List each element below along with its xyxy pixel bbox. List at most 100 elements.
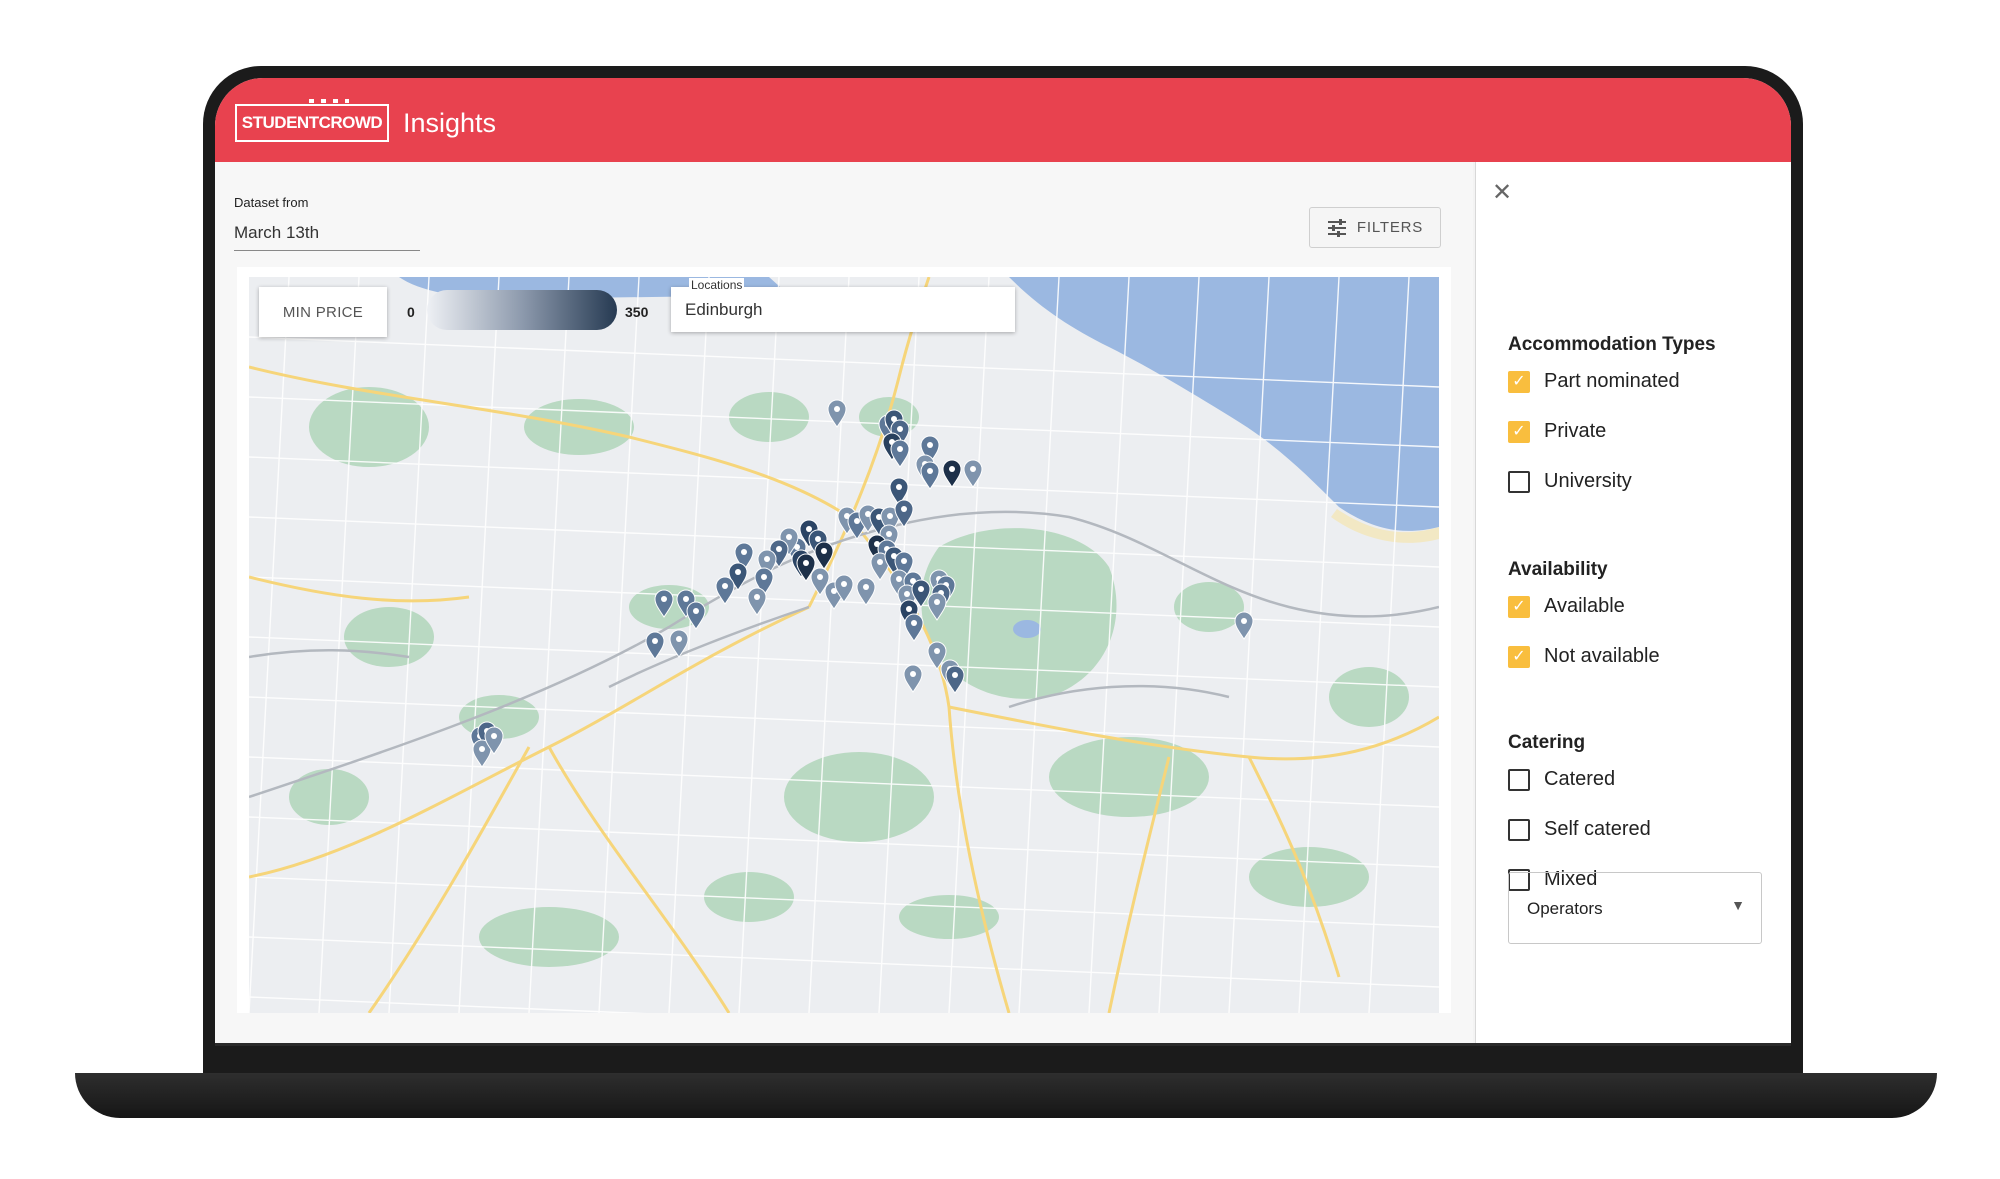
map-marker-icon[interactable]: [1234, 611, 1254, 640]
app-screen: STUDENTCROWD Insights Dataset from March…: [215, 78, 1791, 1046]
map-marker-dot: [934, 648, 940, 654]
map-marker-dot: [776, 546, 782, 552]
map-marker-dot: [897, 446, 903, 452]
map-marker-dot: [934, 599, 940, 605]
checkbox-checked-icon[interactable]: ✓: [1508, 645, 1530, 668]
screen-bottom-strip: [215, 1043, 1791, 1046]
map-marker-dot: [841, 581, 847, 587]
map-marker-icon[interactable]: [903, 664, 923, 693]
filter-option[interactable]: ✓ Available: [1508, 595, 1625, 618]
filter-option-label: Catered: [1544, 768, 1616, 790]
dataset-underline: [234, 250, 420, 251]
map-marker-dot: [911, 620, 917, 626]
map-marker-dot: [683, 596, 689, 602]
close-icon[interactable]: ✕: [1492, 178, 1512, 207]
map-marker-icon[interactable]: [827, 399, 847, 428]
tune-icon: [1327, 218, 1346, 237]
map-marker-dot: [910, 671, 916, 677]
filter-option[interactable]: ✓ Private: [1508, 420, 1606, 443]
map-view[interactable]: MIN PRICE 0 350 Locations Edinburgh: [249, 277, 1439, 1013]
map-marker-dot: [693, 608, 699, 614]
filter-option-label: Available: [1544, 595, 1625, 617]
operators-dropdown[interactable]: Operators ▼: [1508, 872, 1762, 944]
map-canvas[interactable]: [249, 277, 1439, 1013]
map-marker-dot: [764, 556, 770, 562]
locations-field[interactable]: Locations Edinburgh: [671, 278, 1015, 332]
map-marker-icon[interactable]: [747, 587, 767, 616]
map-marker-dot: [897, 426, 903, 432]
checkbox-checked-icon[interactable]: ✓: [1508, 595, 1530, 618]
map-marker-dot: [661, 596, 667, 602]
logo-dots: [309, 99, 349, 103]
map-marker-dot: [676, 636, 682, 642]
map-marker-dot: [896, 484, 902, 490]
map-marker-dot: [806, 526, 812, 532]
checkbox-checked-icon[interactable]: ✓: [1508, 420, 1530, 443]
locations-input[interactable]: Edinburgh: [685, 300, 763, 320]
filter-option[interactable]: ✓ Part nominated: [1508, 370, 1680, 393]
filter-option-label: Part nominated: [1544, 370, 1680, 392]
filter-option[interactable]: Catered: [1508, 768, 1615, 791]
map-marker-dot: [906, 606, 912, 612]
checkbox-unchecked-icon[interactable]: [1508, 818, 1530, 841]
map-marker-icon[interactable]: [942, 459, 962, 488]
map-marker-icon[interactable]: [904, 613, 924, 642]
price-gradient-legend: [427, 290, 617, 330]
filter-option[interactable]: ✓ Not available: [1508, 645, 1660, 668]
map-marker-dot: [817, 574, 823, 580]
map-marker-dot: [1241, 618, 1247, 624]
filters-side-panel: ✕ Accommodation Types ✓ Part nominated ✓ Pri…: [1475, 162, 1791, 1043]
map-marker-dot: [741, 549, 747, 555]
filter-option[interactable]: Self catered: [1508, 818, 1651, 841]
filter-option-label: Not available: [1544, 645, 1660, 667]
map-marker-dot: [896, 576, 902, 582]
map-marker-dot: [901, 558, 907, 564]
operators-label: Operators: [1527, 899, 1603, 918]
dataset-date-input[interactable]: March 13th: [234, 223, 319, 243]
filters-button[interactable]: FILTERS: [1309, 207, 1441, 248]
app-title: Insights: [403, 108, 497, 138]
map-marker-dot: [491, 733, 497, 739]
map-marker-icon[interactable]: [963, 459, 983, 488]
map-marker-dot: [761, 574, 767, 580]
map-marker-dot: [904, 591, 910, 597]
map-marker-dot: [927, 442, 933, 448]
map-marker-dot: [877, 559, 883, 565]
checkbox-unchecked-icon[interactable]: [1508, 768, 1530, 791]
section-title: Catering: [1508, 732, 1586, 753]
map-marker-icon[interactable]: [856, 577, 876, 606]
logo-text: STUDENTCROWD: [241, 113, 383, 132]
map-marker-dot: [949, 466, 955, 472]
map-marker-dot: [918, 586, 924, 592]
checkbox-unchecked-icon[interactable]: [1508, 470, 1530, 493]
map-marker-icon[interactable]: [715, 576, 735, 605]
map-marker-dot: [901, 506, 907, 512]
min-price-button[interactable]: MIN PRICE: [259, 287, 387, 337]
price-range-max: 350: [625, 304, 649, 320]
studentcrowd-logo[interactable]: STUDENTCROWD: [235, 99, 389, 142]
map-marker-dot: [652, 638, 658, 644]
filter-option-label: University: [1544, 470, 1632, 492]
locations-label: Locations: [689, 278, 745, 292]
caret-down-icon: ▼: [1731, 897, 1745, 913]
laptop-base: [75, 1073, 1937, 1118]
map-marker-icon[interactable]: [945, 665, 965, 694]
map-marker-dot: [927, 468, 933, 474]
section-title: Availability: [1508, 559, 1608, 580]
map-marker-dot: [479, 746, 485, 752]
map-marker-dot: [815, 536, 821, 542]
filter-option-label: Private: [1544, 420, 1607, 442]
map-marker-dot: [854, 518, 860, 524]
map-marker-dot: [754, 594, 760, 600]
map-card: MIN PRICE 0 350 Locations Edinburgh: [237, 267, 1451, 1013]
map-marker-dot: [887, 513, 893, 519]
map-marker-icon[interactable]: [890, 439, 910, 468]
map-marker-dot: [786, 534, 792, 540]
filter-option[interactable]: University: [1508, 470, 1632, 493]
map-marker-dot: [863, 584, 869, 590]
main-panel: Dataset from March 13th FILTERS MIN PRIC…: [215, 162, 1473, 1043]
app-header: STUDENTCROWD Insights: [215, 78, 1791, 162]
checkbox-checked-icon[interactable]: ✓: [1508, 370, 1530, 393]
map-marker-dot: [803, 560, 809, 566]
map-marker-dot: [735, 569, 741, 575]
